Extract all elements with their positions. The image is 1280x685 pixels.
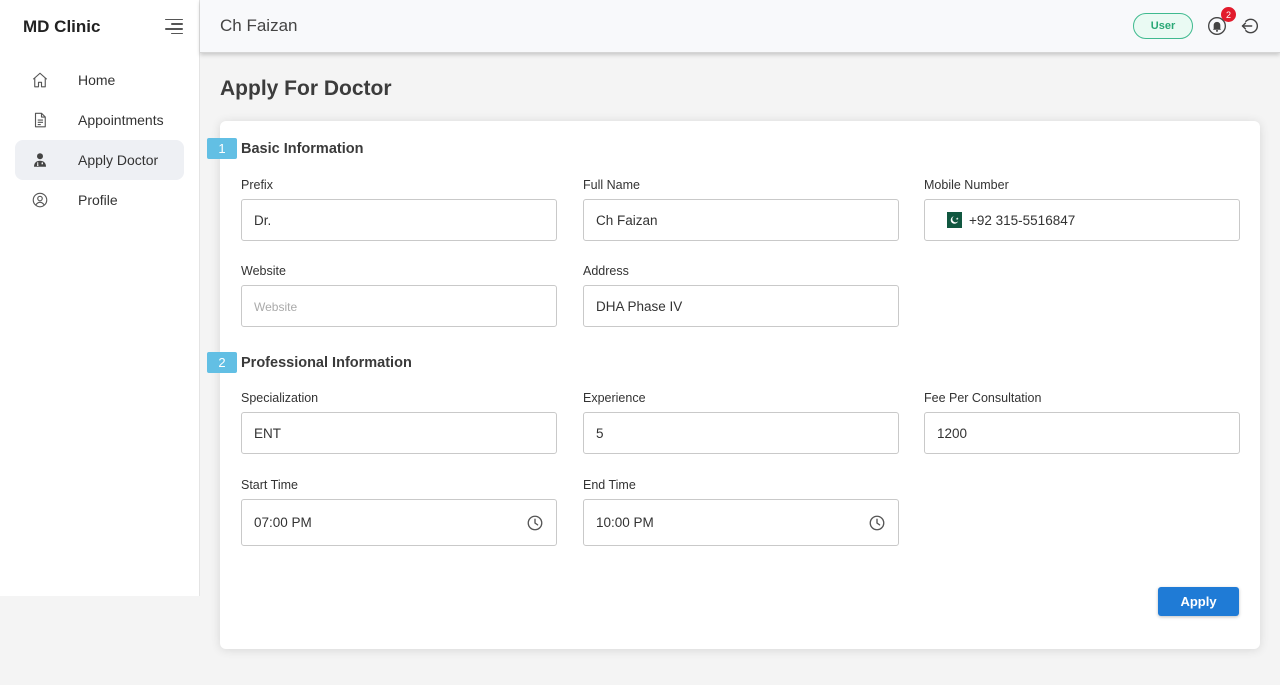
end-time-field-group: End Time 10:00 PM bbox=[583, 478, 899, 546]
address-input[interactable]: DHA Phase IV bbox=[583, 285, 899, 327]
sidebar-item-label: Home bbox=[78, 72, 116, 88]
field-label: Website bbox=[241, 264, 286, 278]
notifications-button[interactable]: 2 bbox=[1207, 7, 1236, 36]
sidebar-nav: Home Appointments Apply Doctor Profile bbox=[0, 60, 199, 220]
sidebar-item-label: Profile bbox=[78, 192, 118, 208]
address-field-group: Address DHA Phase IV bbox=[583, 264, 899, 327]
field-label: Address bbox=[583, 264, 629, 278]
pakistan-flag-icon[interactable] bbox=[942, 212, 962, 228]
section-title: Basic Information bbox=[241, 140, 364, 157]
sidebar-item-label: Apply Doctor bbox=[78, 152, 159, 168]
end-time-input[interactable]: 10:00 PM bbox=[583, 499, 899, 546]
full-name-input[interactable]: Ch Faizan bbox=[583, 199, 899, 241]
field-label: Full Name bbox=[583, 178, 640, 192]
website-field-group: Website bbox=[241, 264, 557, 327]
prefix-field-group: Prefix Dr. bbox=[241, 178, 557, 241]
start-time-value: 07:00 PM bbox=[254, 515, 312, 530]
header-actions: User 2 bbox=[1133, 7, 1260, 39]
full-name-field-group: Full Name Ch Faizan bbox=[583, 178, 899, 241]
end-time-value: 10:00 PM bbox=[596, 515, 654, 530]
document-icon bbox=[31, 111, 49, 129]
section-title: Professional Information bbox=[241, 354, 412, 371]
logout-icon[interactable] bbox=[1240, 16, 1260, 36]
section-basic-information: 1 Basic Information bbox=[207, 138, 363, 159]
field-label: Start Time bbox=[241, 478, 298, 492]
sidebar-item-label: Appointments bbox=[78, 112, 164, 128]
page-title: Apply For Doctor bbox=[220, 77, 392, 100]
apply-button[interactable]: Apply bbox=[1158, 587, 1239, 616]
field-label: End Time bbox=[583, 478, 636, 492]
prefix-input[interactable]: Dr. bbox=[241, 199, 557, 241]
brand-title: MD Clinic bbox=[23, 16, 101, 36]
sidebar-item-apply-doctor[interactable]: Apply Doctor bbox=[15, 140, 184, 180]
apply-doctor-form: 1 Basic Information Prefix Dr. Full Name… bbox=[207, 121, 1260, 649]
doctor-icon bbox=[31, 151, 49, 169]
experience-input[interactable]: 5 bbox=[583, 412, 899, 454]
field-label: Prefix bbox=[241, 178, 273, 192]
sidebar-item-home[interactable]: Home bbox=[15, 60, 184, 100]
field-label: Mobile Number bbox=[924, 178, 1009, 192]
fee-input[interactable]: 1200 bbox=[924, 412, 1240, 454]
specialization-input[interactable]: ENT bbox=[241, 412, 557, 454]
specialization-field-group: Specialization ENT bbox=[241, 391, 557, 454]
mobile-number-input[interactable]: +92 315-5516847 bbox=[924, 199, 1240, 241]
step-number: 2 bbox=[207, 352, 237, 373]
step-number: 1 bbox=[207, 138, 237, 159]
brand-bar: MD Clinic bbox=[0, 0, 199, 53]
field-label: Specialization bbox=[241, 391, 319, 405]
website-input[interactable] bbox=[241, 285, 557, 327]
role-badge: User bbox=[1133, 13, 1193, 39]
clock-icon[interactable] bbox=[868, 514, 886, 532]
start-time-input[interactable]: 07:00 PM bbox=[241, 499, 557, 546]
main-content: Apply For Doctor 1 Basic Information Pre… bbox=[200, 53, 1280, 685]
sidebar-item-appointments[interactable]: Appointments bbox=[15, 100, 184, 140]
top-header: Ch Faizan User 2 bbox=[200, 0, 1280, 53]
section-professional-information: 2 Professional Information bbox=[207, 352, 412, 373]
menu-toggle-icon[interactable] bbox=[165, 18, 183, 35]
sidebar: MD Clinic Home Appointments Apply Doctor bbox=[0, 0, 200, 596]
user-circle-icon bbox=[31, 191, 49, 209]
header-user-name: Ch Faizan bbox=[220, 16, 298, 35]
fee-field-group: Fee Per Consultation 1200 bbox=[924, 391, 1240, 454]
home-icon bbox=[31, 71, 49, 89]
sidebar-item-profile[interactable]: Profile bbox=[15, 180, 184, 220]
mobile-field-group: Mobile Number +92 315-5516847 bbox=[924, 178, 1240, 241]
mobile-number-value: +92 315-5516847 bbox=[969, 212, 1076, 228]
field-label: Experience bbox=[583, 391, 646, 405]
field-label: Fee Per Consultation bbox=[924, 391, 1042, 405]
start-time-field-group: Start Time 07:00 PM bbox=[241, 478, 557, 546]
clock-icon[interactable] bbox=[526, 514, 544, 532]
experience-field-group: Experience 5 bbox=[583, 391, 899, 454]
notification-count-badge: 2 bbox=[1221, 7, 1236, 22]
